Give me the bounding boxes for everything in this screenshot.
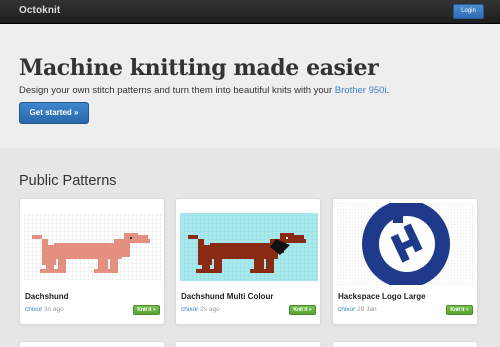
pattern-thumbnail[interactable] [337, 203, 475, 285]
pattern-card[interactable]: Dachshund Multi Colour chixor 2s ago Kni… [175, 198, 321, 325]
pattern-meta: chixor 29 Jan [338, 306, 377, 313]
login-button[interactable]: Login [453, 4, 484, 19]
pattern-card[interactable] [175, 341, 321, 347]
pattern-time: 3s ago [44, 306, 64, 313]
pattern-name[interactable]: Dachshund Multi Colour [181, 292, 273, 301]
hero-subtitle: Design your own stitch patterns and turn… [19, 85, 389, 96]
pattern-meta: chixor 2s ago [181, 306, 220, 313]
pattern-time: 29 Jan [357, 306, 377, 313]
author-link[interactable]: chixor [181, 306, 198, 313]
author-link[interactable]: chixor [338, 306, 355, 313]
pattern-thumbnail[interactable] [24, 203, 162, 285]
hero-subtitle-text: Design your own stitch patterns and turn… [19, 85, 335, 96]
knit-it-button[interactable]: Knit it » [446, 305, 473, 315]
pattern-card[interactable] [19, 341, 165, 347]
pattern-thumbnail[interactable] [180, 203, 318, 285]
pattern-card[interactable]: Dachshund chixor 3s ago Knit it » [19, 198, 165, 325]
pattern-time: 2s ago [200, 306, 220, 313]
pattern-card[interactable]: Hackspace Logo Large chixor 29 Jan Knit … [332, 198, 478, 325]
get-started-button[interactable]: Get started » [19, 102, 89, 124]
top-navbar: Octoknit Login [0, 0, 500, 24]
knit-it-button[interactable]: Knit it » [289, 305, 316, 315]
pattern-meta: chixor 3s ago [25, 306, 64, 313]
hero-subtitle-end: . [386, 85, 390, 96]
knit-it-button[interactable]: Knit it » [133, 305, 160, 315]
pattern-card[interactable] [332, 341, 478, 347]
pattern-name[interactable]: Hackspace Logo Large [338, 292, 426, 301]
machine-link[interactable]: Brother 950i [335, 85, 387, 96]
author-link[interactable]: chixor [25, 306, 42, 313]
section-heading: Public Patterns [19, 173, 117, 189]
brand-logo[interactable]: Octoknit [19, 5, 60, 16]
hero-title: Machine knitting made easier [19, 55, 379, 81]
pattern-name[interactable]: Dachshund [25, 292, 69, 301]
hero-section: Machine knitting made easier Design your… [0, 24, 500, 148]
